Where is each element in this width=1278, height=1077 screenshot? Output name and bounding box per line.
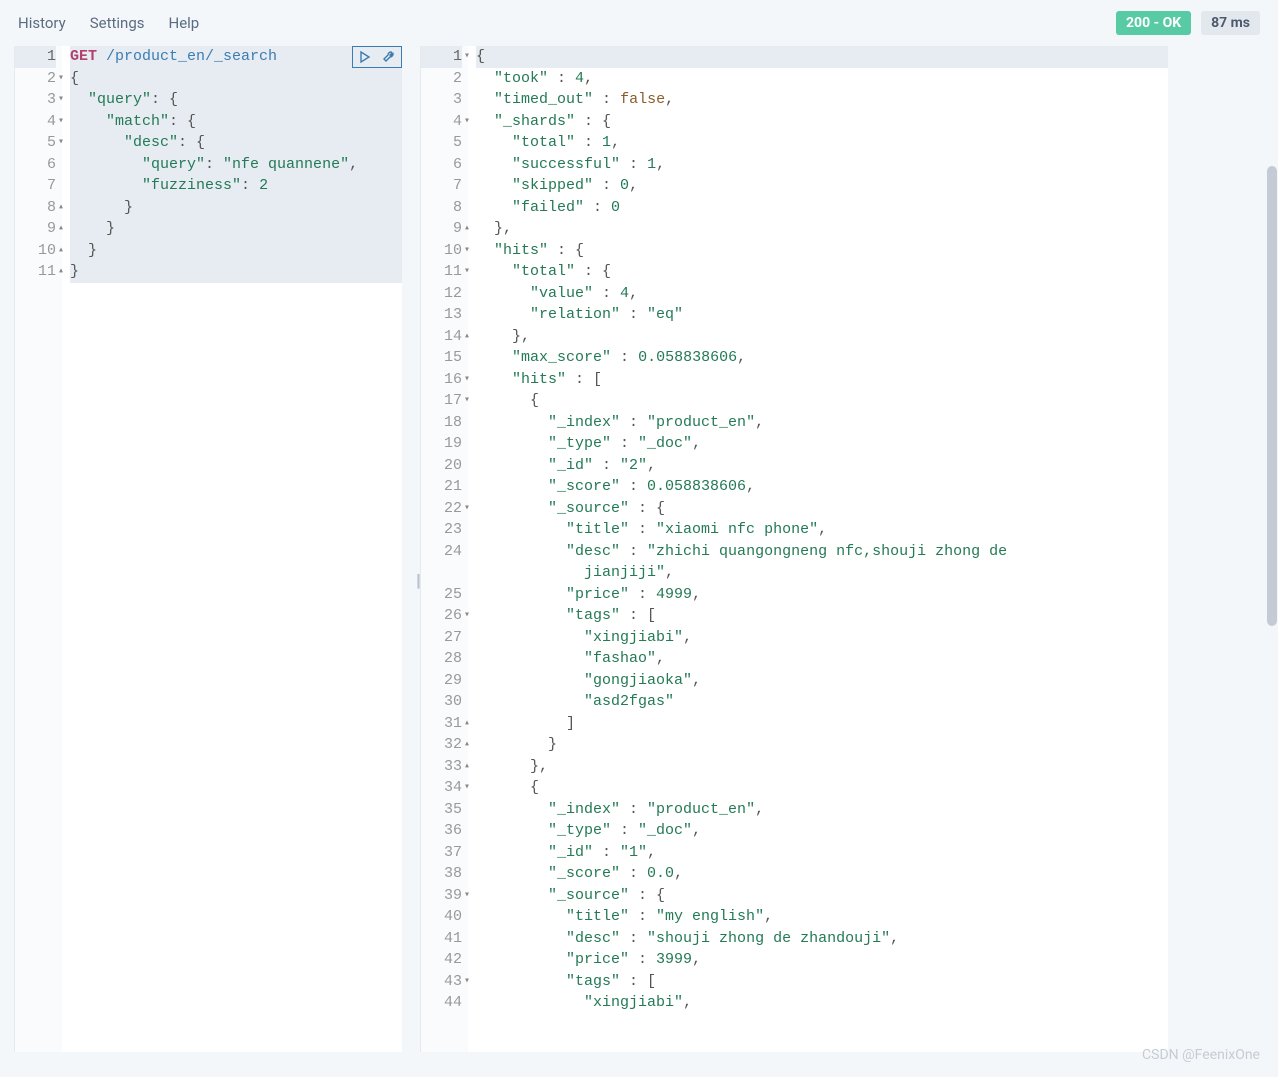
wrench-icon bbox=[382, 50, 396, 64]
status-badge: 200 - OK bbox=[1116, 11, 1191, 35]
help-menu[interactable]: Help bbox=[169, 14, 200, 32]
request-editor[interactable]: GET /product_en/_search{ "query": { "mat… bbox=[14, 46, 402, 283]
request-actions bbox=[352, 46, 402, 68]
request-pane: 12▾3▾4▾5▾678▴9▴10▴11▴ GET /product_en/_s… bbox=[14, 46, 402, 1052]
watermark: CSDN @FeenixOne bbox=[1142, 1047, 1260, 1063]
response-pane: 1▾234▾56789▴10▾11▾121314▴1516▾17▾1819202… bbox=[420, 46, 1168, 1052]
topbar-right: 200 - OK 87 ms bbox=[1116, 11, 1260, 35]
panes: 12▾3▾4▾5▾678▴9▴10▴11▴ GET /product_en/_s… bbox=[0, 46, 1278, 1052]
response-viewer[interactable]: { "took" : 4, "timed_out" : false, "_sha… bbox=[420, 46, 1168, 1014]
scrollbar[interactable] bbox=[1266, 46, 1278, 1052]
topbar: History Settings Help 200 - OK 87 ms bbox=[0, 0, 1278, 46]
response-gutter: 1▾234▾56789▴10▾11▾121314▴1516▾17▾1819202… bbox=[420, 46, 468, 1052]
history-menu[interactable]: History bbox=[18, 14, 66, 32]
run-button[interactable] bbox=[353, 47, 377, 67]
scroll-thumb[interactable] bbox=[1267, 166, 1277, 626]
wrench-button[interactable] bbox=[377, 47, 401, 67]
time-badge: 87 ms bbox=[1201, 11, 1260, 35]
settings-menu[interactable]: Settings bbox=[90, 14, 145, 32]
play-icon bbox=[358, 50, 372, 64]
topbar-left: History Settings Help bbox=[18, 14, 199, 32]
request-gutter: 12▾3▾4▾5▾678▴9▴10▴11▴ bbox=[14, 46, 62, 1052]
